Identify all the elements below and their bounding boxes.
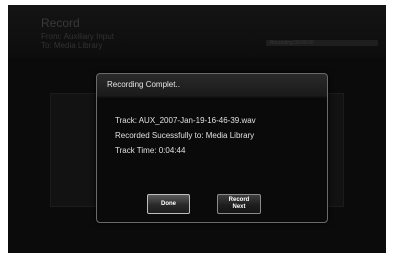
record-next-label-line1: Record xyxy=(228,197,250,203)
dialog-title: Recording Complet.. xyxy=(107,80,180,89)
record-next-label-line2: Next xyxy=(232,204,246,210)
done-button[interactable]: Done xyxy=(147,194,190,214)
track-time: Track Time: 0:04:44 xyxy=(115,146,186,155)
destination-label: To: Media Library xyxy=(41,41,103,50)
record-next-button[interactable]: Record Next xyxy=(217,194,261,214)
done-button-label: Done xyxy=(161,200,176,207)
source-label: From: Auxiliary Input xyxy=(41,32,114,41)
record-screen: Record From: Auxiliary Input To: Media L… xyxy=(8,5,386,253)
recorded-destination: Recorded Sucessfully to: Media Library xyxy=(115,131,255,140)
recording-progress-text: Recording 00:00:00 xyxy=(270,40,314,46)
recording-complete-dialog: Recording Complet.. Track: AUX_2007-Jan-… xyxy=(96,73,328,223)
screen-title: Record xyxy=(41,16,80,30)
track-name: Track: AUX_2007-Jan-19-16-46-39.wav xyxy=(115,116,256,125)
background-header: Record From: Auxiliary Input To: Media L… xyxy=(8,5,386,57)
